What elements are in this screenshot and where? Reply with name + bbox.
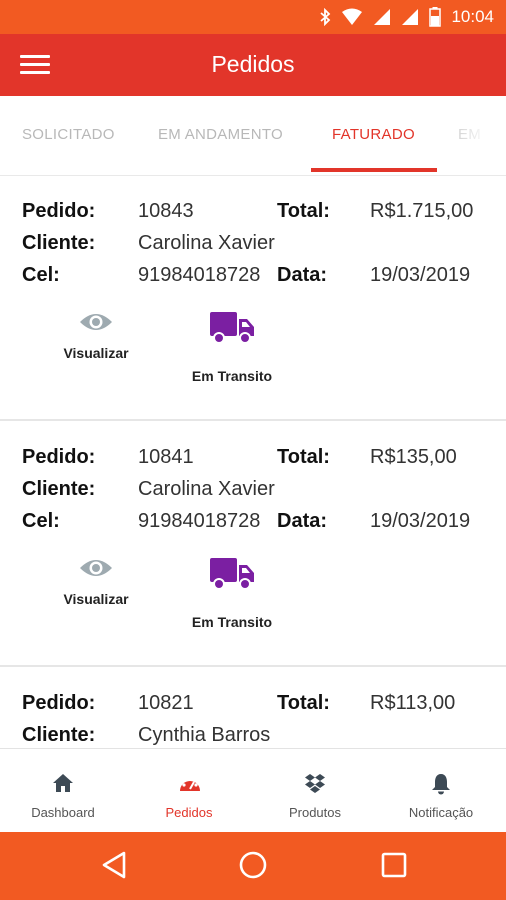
nav-notificacao[interactable]: Notificação (378, 749, 504, 833)
eye-icon (80, 560, 112, 576)
pedido-value: 10841 (138, 446, 194, 468)
visualizar-label: Visualizar (63, 591, 129, 607)
total-label: Total: (277, 692, 330, 714)
em-transito-label: Em Transito (191, 368, 273, 384)
back-button[interactable] (100, 850, 128, 885)
nav-dashboard-label: Dashboard (31, 805, 95, 820)
total-value: R$1.715,00 (370, 200, 474, 222)
total-value: R$135,00 (370, 446, 457, 468)
data-value: 19/03/2019 (370, 264, 471, 286)
home-button[interactable] (238, 850, 268, 885)
wifi-icon (342, 8, 363, 25)
cel-value: 91984018728 (138, 510, 261, 532)
tab-em[interactable]: EM (458, 126, 481, 143)
visualizar-button[interactable]: Visualizar (56, 309, 136, 361)
nav-produtos-label: Produtos (288, 805, 342, 820)
nav-notificacao-label: Notificação (408, 805, 474, 820)
order-card: Pedido: 10841 Total: R$135,00 Cliente: C… (0, 423, 506, 667)
cliente-value: Carolina Xavier (138, 232, 275, 254)
data-value: 19/03/2019 (370, 510, 471, 532)
recents-square-icon (381, 852, 407, 878)
total-label: Total: (277, 446, 330, 468)
truck-icon (210, 558, 254, 590)
order-card: Pedido: 10843 Total: R$1.715,00 Cliente:… (0, 177, 506, 421)
nav-pedidos-label: Pedidos (165, 805, 213, 820)
pedido-label: Pedido: (22, 692, 96, 714)
nav-produtos[interactable]: Produtos (252, 749, 378, 833)
page-title: Pedidos (211, 51, 295, 77)
pedido-label: Pedido: (22, 446, 96, 468)
signal-icon (374, 9, 391, 25)
cel-label: Cel: (22, 264, 60, 286)
tab-faturado[interactable]: FATURADO (332, 126, 415, 143)
total-label: Total: (277, 200, 330, 222)
dropbox-box-icon (305, 774, 325, 793)
data-label: Data: (277, 510, 328, 532)
dashboard-gauge-icon (180, 776, 200, 791)
battery-icon (429, 7, 442, 27)
visualizar-label: Visualizar (63, 345, 129, 361)
cel-value: 91984018728 (138, 264, 261, 286)
nav-pedidos[interactable]: Pedidos (126, 749, 252, 833)
tab-solicitado[interactable]: SOLICITADO (22, 126, 115, 143)
pedido-label: Pedido: (22, 200, 96, 222)
eye-icon (80, 314, 112, 330)
back-triangle-icon (102, 851, 126, 879)
cliente-label: Cliente: (22, 478, 96, 500)
em-transito-status[interactable]: Em Transito (182, 310, 282, 384)
visualizar-button[interactable]: Visualizar (56, 555, 136, 607)
home-circle-icon (239, 851, 267, 879)
signal-icon-2 (402, 9, 419, 25)
tab-em-andamento[interactable]: EM ANDAMENTO (158, 126, 283, 143)
system-navigation-bar (0, 832, 506, 900)
data-label: Data: (277, 264, 328, 286)
status-tabs: SOLICITADO EM ANDAMENTO FATURADO EM (0, 96, 506, 176)
total-value: R$113,00 (370, 692, 456, 714)
active-tab-indicator (311, 168, 437, 172)
home-icon (53, 774, 73, 792)
status-bar: 10:04 (0, 0, 506, 34)
bottom-navigation: Dashboard Pedidos Produtos Notificação (0, 748, 506, 832)
bell-icon (432, 774, 450, 795)
recents-button[interactable] (380, 850, 408, 885)
cliente-value: Cynthia Barros (138, 724, 271, 746)
bluetooth-icon (320, 8, 331, 26)
pedido-value: 10821 (138, 692, 194, 714)
truck-icon (210, 312, 254, 344)
cel-label: Cel: (22, 510, 60, 532)
nav-dashboard[interactable]: Dashboard (0, 749, 126, 833)
status-icons: 10:04 (319, 0, 494, 34)
status-time: 10:04 (451, 7, 494, 26)
em-transito-status[interactable]: Em Transito (182, 556, 282, 630)
cliente-value: Carolina Xavier (138, 478, 275, 500)
cliente-label: Cliente: (22, 724, 96, 746)
cliente-label: Cliente: (22, 232, 96, 254)
order-card: Pedido: 10821 Total: R$113,00 Cliente: C… (0, 669, 506, 748)
app-bar: Pedidos (0, 34, 506, 96)
pedido-value: 10843 (138, 200, 194, 222)
em-transito-label: Em Transito (191, 614, 273, 630)
